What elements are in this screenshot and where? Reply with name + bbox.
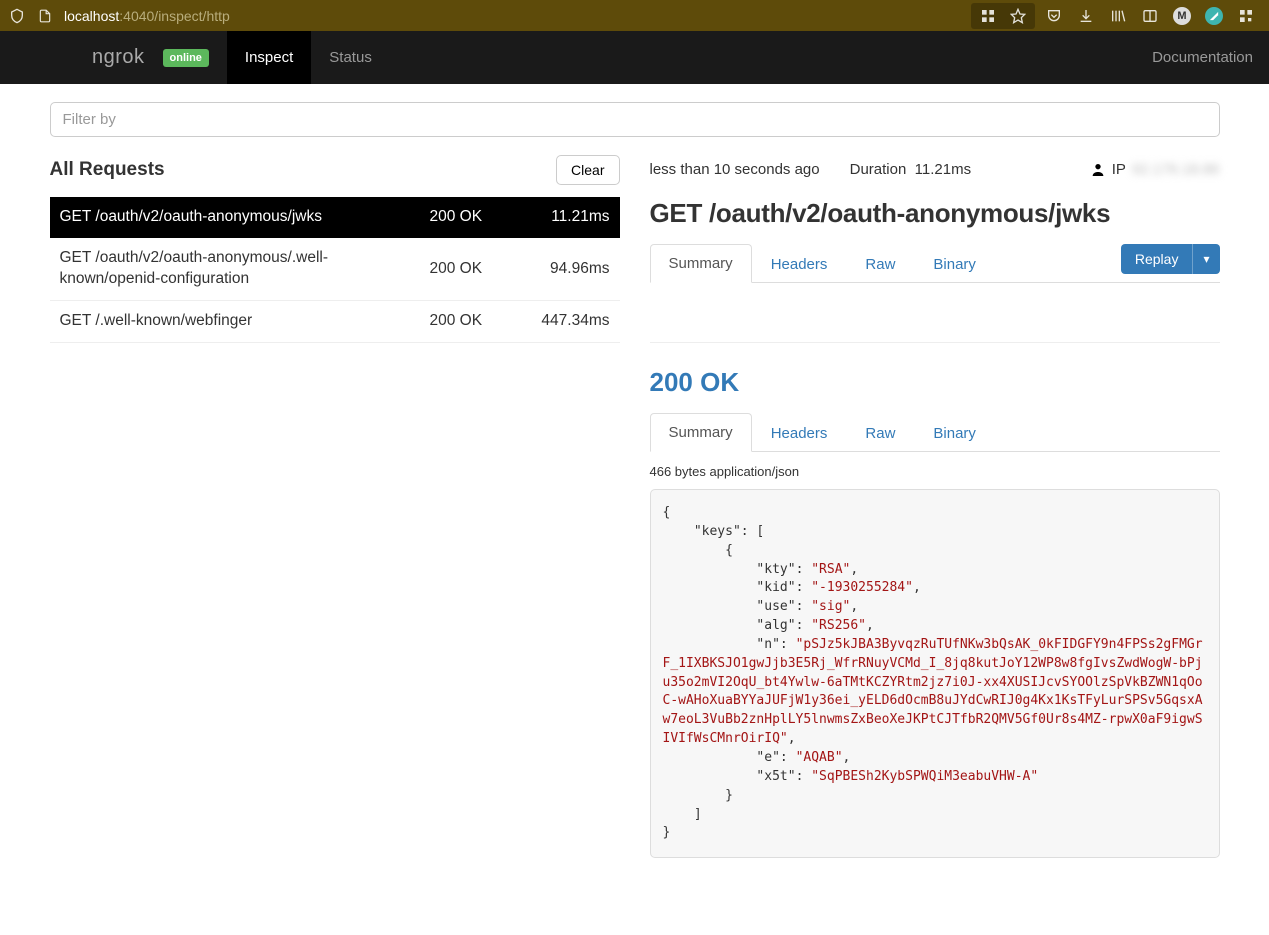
browser-toolbar-right: M: [1045, 7, 1261, 25]
time-ago: less than 10 seconds ago: [650, 161, 820, 178]
response-body: { "keys": [ { "kty": "RSA", "kid": "-193…: [650, 489, 1220, 858]
url-bar[interactable]: localhost:4040/inspect/http: [64, 8, 230, 24]
ip-label: IP: [1112, 161, 1126, 178]
detail-title: GET /oauth/v2/oauth-anonymous/jwks: [650, 198, 1220, 229]
subtab-headers[interactable]: Headers: [752, 245, 847, 283]
requests-heading: All Requests: [50, 159, 165, 181]
documentation-link[interactable]: Documentation: [1152, 49, 1253, 66]
filter-input[interactable]: [50, 102, 1220, 137]
replay-button[interactable]: Replay: [1121, 244, 1193, 274]
subtab-binary[interactable]: Binary: [914, 414, 995, 452]
request-path: GET /oauth/v2/oauth-anonymous/.well-know…: [50, 238, 420, 300]
replay-group: Replay ▾: [1121, 244, 1220, 274]
page-icon: [36, 7, 54, 25]
subtab-raw[interactable]: Raw: [846, 245, 914, 283]
pocket-icon[interactable]: [1045, 7, 1063, 25]
main-container: All Requests Clear GET /oauth/v2/oauth-a…: [40, 84, 1230, 898]
detail-panel: less than 10 seconds ago Duration 11.21m…: [650, 155, 1220, 858]
request-path: GET /.well-known/webfinger: [50, 300, 420, 342]
duration-block: Duration 11.21ms: [850, 161, 971, 178]
subtab-binary[interactable]: Binary: [914, 245, 995, 283]
request-duration: 94.96ms: [500, 238, 620, 300]
user-icon: [1090, 162, 1106, 178]
tab-inspect[interactable]: Inspect: [227, 31, 311, 84]
shield-icon: [8, 7, 26, 25]
addons-icon[interactable]: [1237, 7, 1255, 25]
subtab-summary[interactable]: Summary: [650, 244, 752, 283]
request-status: 200 OK: [420, 238, 500, 300]
detail-meta: less than 10 seconds ago Duration 11.21m…: [650, 155, 1220, 198]
requests-panel: All Requests Clear GET /oauth/v2/oauth-a…: [50, 155, 620, 858]
table-row[interactable]: GET /oauth/v2/oauth-anonymous/.well-know…: [50, 238, 620, 300]
request-status: 200 OK: [420, 300, 500, 342]
body-meta: 466 bytes application/json: [650, 464, 1220, 479]
ip-block: IP 92.176.18.86: [1090, 161, 1220, 178]
library-icon[interactable]: [1109, 7, 1127, 25]
subtab-raw[interactable]: Raw: [846, 414, 914, 452]
extension-m-icon[interactable]: M: [1173, 7, 1191, 25]
request-body-placeholder: [650, 283, 1220, 343]
online-badge: online: [163, 49, 209, 67]
browser-action-group: [971, 3, 1035, 29]
url-path: :4040/inspect/http: [119, 8, 230, 24]
request-duration: 447.34ms: [500, 300, 620, 342]
requests-table: GET /oauth/v2/oauth-anonymous/jwks 200 O…: [50, 197, 620, 343]
replay-dropdown[interactable]: ▾: [1192, 244, 1219, 274]
response-subtabs: Summary Headers Raw Binary: [650, 412, 1220, 452]
subtab-headers[interactable]: Headers: [752, 414, 847, 452]
clear-button[interactable]: Clear: [556, 155, 619, 185]
brand-logo: ngrok: [92, 46, 145, 69]
table-row[interactable]: GET /.well-known/webfinger 200 OK 447.34…: [50, 300, 620, 342]
ip-value: 92.176.18.86: [1132, 161, 1220, 178]
request-duration: 11.21ms: [500, 197, 620, 238]
table-row[interactable]: GET /oauth/v2/oauth-anonymous/jwks 200 O…: [50, 197, 620, 238]
request-status: 200 OK: [420, 197, 500, 238]
browser-chrome: localhost:4040/inspect/http M: [0, 0, 1269, 31]
tab-status[interactable]: Status: [311, 31, 390, 84]
extension-teal-icon[interactable]: [1205, 7, 1223, 25]
grid-icon[interactable]: [979, 7, 997, 25]
request-path: GET /oauth/v2/oauth-anonymous/jwks: [50, 197, 420, 238]
reader-icon[interactable]: [1141, 7, 1159, 25]
star-icon[interactable]: [1009, 7, 1027, 25]
app-header: ngrok online Inspect Status Documentatio…: [0, 31, 1269, 84]
url-host: localhost: [64, 8, 119, 24]
download-icon[interactable]: [1077, 7, 1095, 25]
response-status: 200 OK: [650, 367, 1220, 398]
request-subtabs: Summary Headers Raw Binary Replay ▾: [650, 243, 1220, 283]
subtab-summary[interactable]: Summary: [650, 413, 752, 452]
